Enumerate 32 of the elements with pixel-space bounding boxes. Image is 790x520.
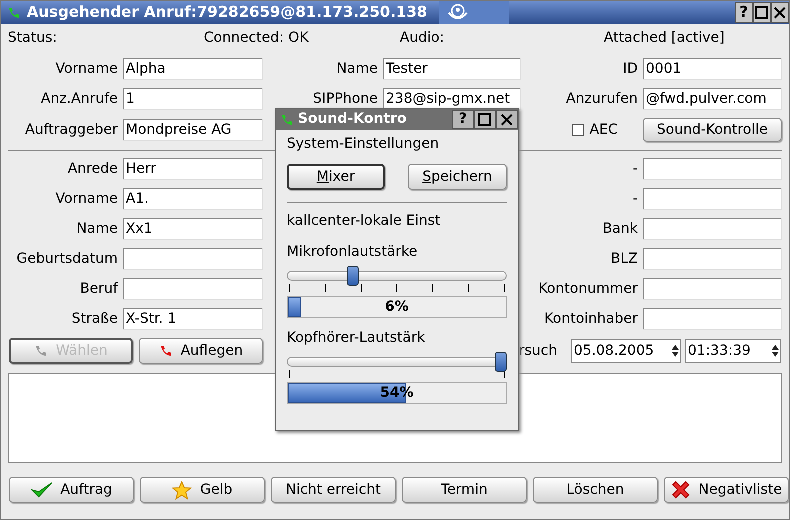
field-label: ID — [622, 60, 638, 78]
field-label: SIPPhone — [312, 90, 378, 108]
field-label: Kontoinhaber — [544, 310, 638, 328]
checkbox-label: AEC — [590, 120, 618, 140]
slider-label: Mikrofonlautstärke — [287, 243, 419, 262]
section-label: kallcenter-lokale Einst — [287, 212, 442, 231]
status-label: Status: — [8, 28, 58, 48]
section-label: System-Einstellungen — [287, 135, 440, 154]
field-label: Kontonummer — [538, 280, 638, 298]
field-label: Anrede — [66, 160, 118, 178]
field-label: Anzurufen — [565, 90, 638, 108]
field-label: Name — [336, 60, 378, 78]
dialog-title: Sound-Kontro — [298, 110, 407, 129]
field-label: Vorname — [54, 190, 118, 208]
field-label: rsuch — [519, 342, 558, 360]
field-label: Name — [76, 220, 118, 238]
field-label: Geburtsdatum — [16, 250, 118, 268]
progress-reading: 6% — [385, 298, 409, 316]
field-label: Bank — [602, 220, 638, 238]
field-label: Straße — [70, 310, 118, 328]
field-label: BLZ — [610, 250, 638, 268]
audio-label: Audio: — [400, 28, 446, 48]
slider-label: Kopfhörer-Lautstärk — [287, 329, 426, 348]
field-label: Vorname — [54, 60, 118, 78]
field-label: - — [632, 190, 638, 208]
window-title: Ausgehender Anruf:79282659@81.173.250.138 — [27, 2, 428, 24]
field-label: Auftraggeber — [24, 120, 118, 140]
connection-status: Connected: OK — [204, 28, 310, 48]
field-label: - — [632, 160, 638, 178]
field-label: Anz.Anrufe — [40, 90, 118, 108]
field-label: Beruf — [79, 280, 118, 298]
audio-status: Attached [active] — [604, 28, 725, 48]
